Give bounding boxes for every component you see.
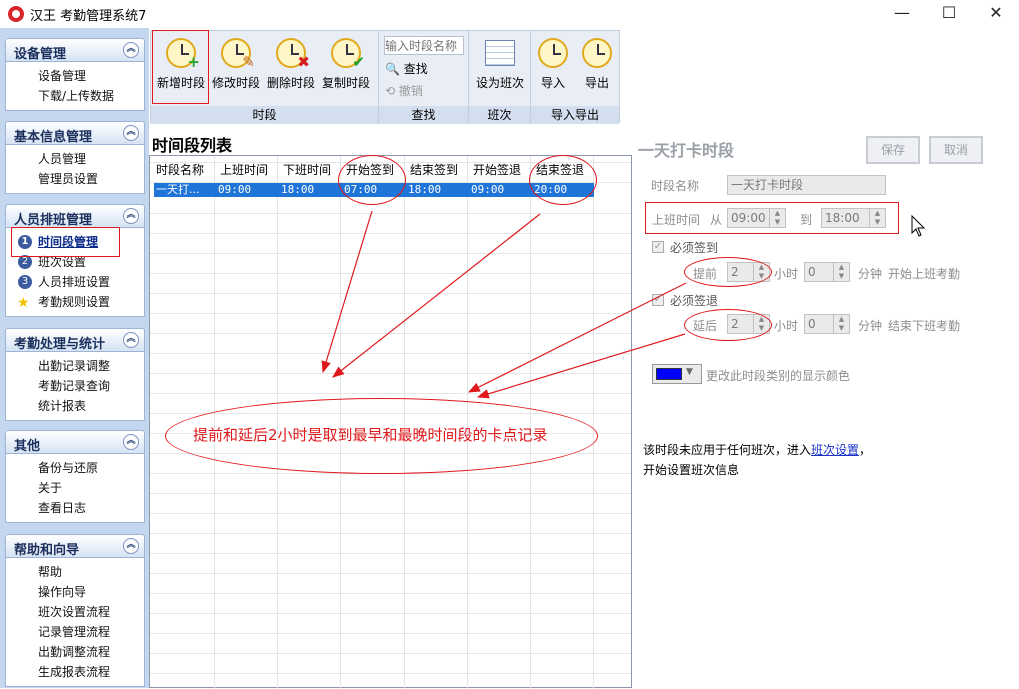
arrow-from-delay (476, 333, 686, 399)
annotation-arrows (321, 210, 926, 399)
arrow-from-start-checkin (321, 210, 373, 374)
mouse-cursor-icon (911, 214, 926, 237)
arrow-from-advance (467, 282, 687, 393)
